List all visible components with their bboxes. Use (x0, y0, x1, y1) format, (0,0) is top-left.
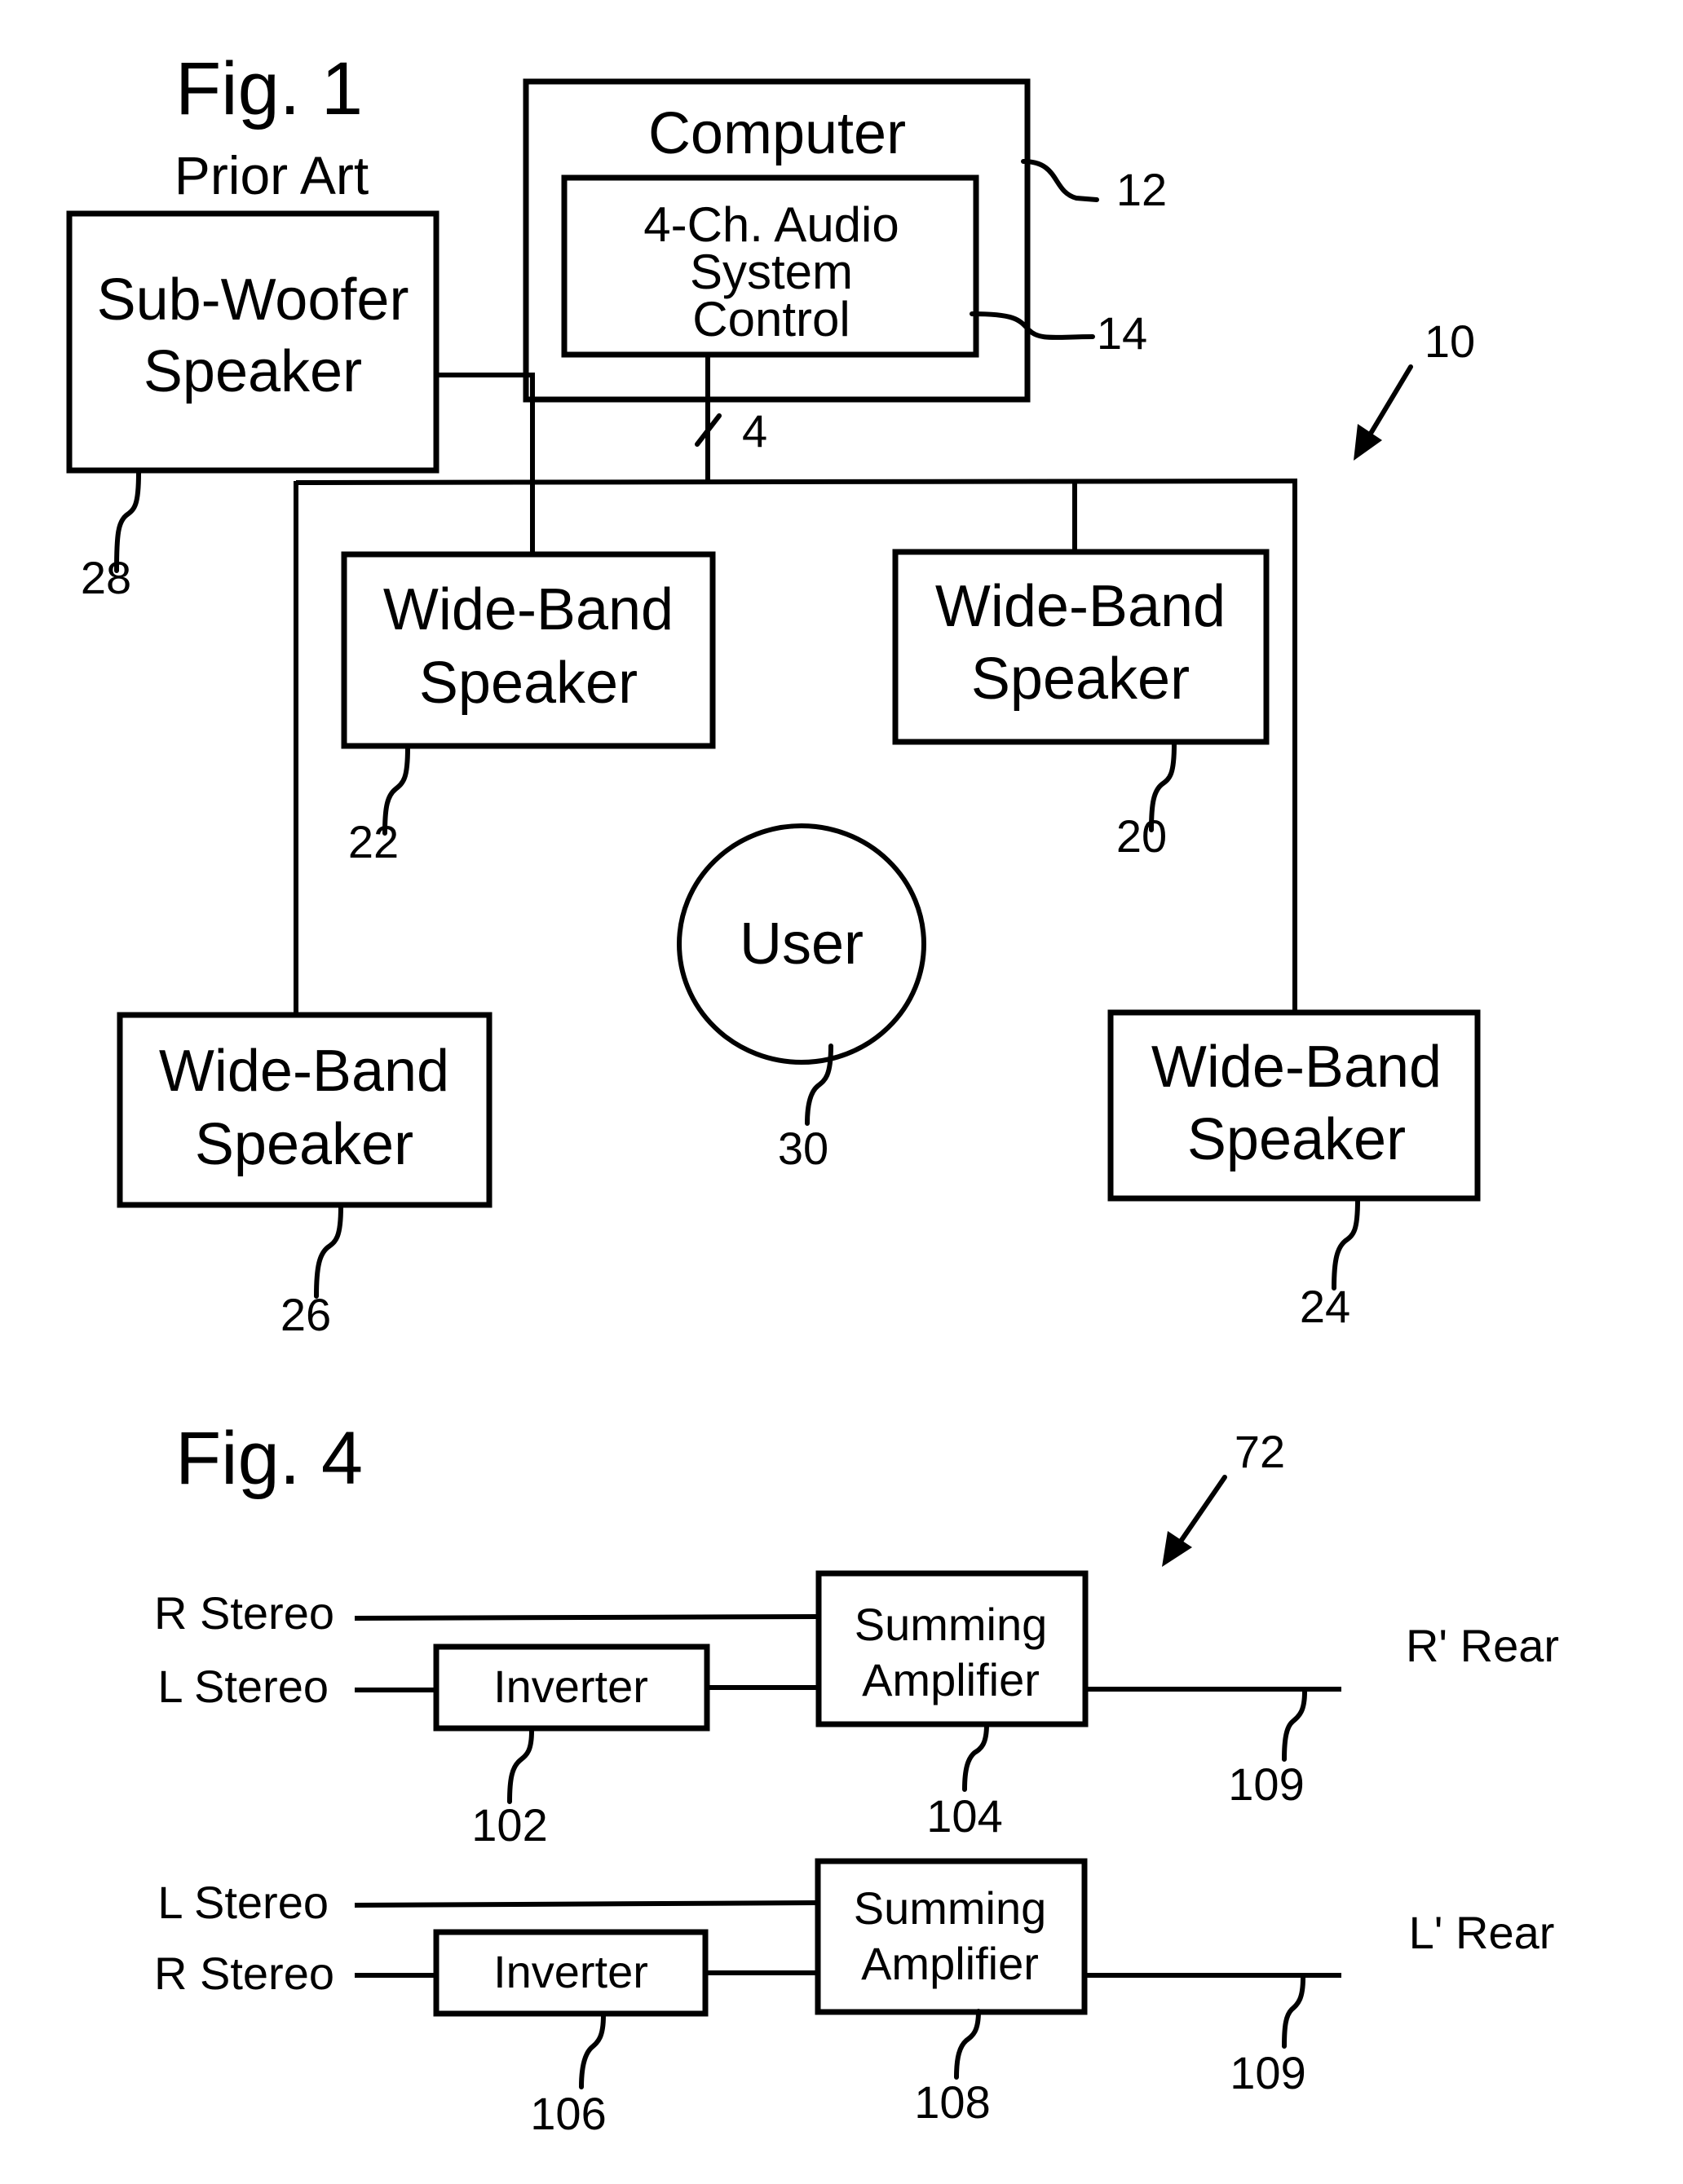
wire-direct-input (354, 1614, 819, 1621)
ref-arrow-72 (1176, 1475, 1227, 1547)
ref-label-14: 14 (1097, 307, 1147, 359)
ref-label-104: 104 (926, 1790, 1002, 1842)
speaker-rear-left-line-2: Speaker (195, 1112, 413, 1177)
inverter-label: Inverter (493, 1946, 648, 1997)
inverter-label: Inverter (493, 1661, 648, 1712)
ref-leader-24 (1332, 1198, 1360, 1291)
ref-leader-109 (1282, 1689, 1307, 1762)
ref-leader-12 (1021, 159, 1099, 202)
ref-arrow-10 (1364, 364, 1413, 443)
amplifier-line-2: Amplifier (861, 1938, 1039, 1989)
ref-leader-104 (962, 1722, 989, 1792)
arrowhead-icon (1162, 1531, 1192, 1567)
fig1-subtitle: Prior Art (174, 145, 369, 205)
bus-channel-count: 4 (742, 405, 767, 457)
user-label: User (740, 911, 864, 977)
patent-drawing-sheet: Fig. 1 Prior Art 10 Computer 12 4-Ch. Au… (66, 47, 1559, 2139)
amplifier-line-1: Summing (855, 1599, 1048, 1650)
audio-control-line-2: System (690, 245, 853, 299)
amplifier-line-2: Amplifier (862, 1654, 1040, 1705)
input-label-direct: L Stereo (157, 1877, 329, 1928)
ref-label-22: 22 (348, 816, 399, 867)
ref-label-109: 109 (1230, 2047, 1305, 2098)
ref-label-108: 108 (914, 2076, 990, 2128)
ref-label-102: 102 (471, 1799, 547, 1851)
channel-l-rear: L Stereo R Stereo Inverter 106 Summing A… (154, 1858, 1555, 2139)
audio-control-line-1: 4-Ch. Audio (643, 197, 899, 252)
bus-wire (295, 479, 1298, 485)
ref-label-30: 30 (778, 1123, 828, 1174)
channel-r-rear: R Stereo L Stereo Inverter 102 Summing A… (154, 1570, 1559, 1851)
ref-leader-108 (954, 2009, 981, 2080)
ref-label-20: 20 (1116, 810, 1167, 862)
input-label-inverted: R Stereo (154, 1948, 334, 1999)
fig4: Fig. 4 72 R Stereo L Stereo Inverter 102… (154, 1417, 1559, 2139)
amplifier-line-1: Summing (854, 1882, 1047, 1934)
speaker-rear-right-line-2: Speaker (1187, 1107, 1406, 1172)
ref-label-24: 24 (1300, 1281, 1350, 1332)
ref-label-12: 12 (1116, 164, 1167, 215)
subwoofer-line-2: Speaker (144, 339, 362, 404)
fig4-title: Fig. 4 (175, 1417, 363, 1500)
ref-label-26: 26 (280, 1289, 331, 1340)
input-label-inverted: L Stereo (157, 1661, 329, 1712)
speaker-rear-right-line-1: Wide-Band (1151, 1035, 1442, 1100)
wire-subwoofer (436, 373, 535, 556)
input-label-direct: R Stereo (154, 1587, 334, 1639)
arrowhead-icon (1354, 424, 1382, 461)
ref-label-109: 109 (1228, 1758, 1304, 1810)
ref-label-28: 28 (81, 552, 131, 603)
ref-leader-106 (579, 2013, 606, 2089)
ref-leader-102 (507, 1728, 534, 1804)
fig1: Fig. 1 Prior Art 10 Computer 12 4-Ch. Au… (66, 47, 1481, 1340)
subwoofer-line-1: Sub-Woofer (97, 267, 409, 333)
ref-leader-109 (1282, 1975, 1305, 2049)
computer-label: Computer (648, 101, 906, 166)
output-label: L' Rear (1409, 1907, 1555, 1958)
ref-label-10: 10 (1425, 315, 1475, 367)
audio-control-line-3: Control (692, 292, 850, 346)
speaker-rear-left-line-1: Wide-Band (159, 1039, 449, 1104)
speaker-front-right-line-1: Wide-Band (935, 574, 1226, 639)
output-label: R' Rear (1406, 1620, 1559, 1671)
ref-leader-26 (314, 1204, 343, 1299)
fig1-title: Fig. 1 (175, 47, 363, 130)
speaker-front-left-line-2: Speaker (419, 651, 638, 716)
ref-label-72: 72 (1235, 1426, 1285, 1477)
ref-label-106: 106 (530, 2088, 606, 2139)
wire-direct-input (354, 1900, 819, 1908)
speaker-front-left-line-1: Wide-Band (383, 577, 674, 642)
speaker-front-right-line-2: Speaker (971, 646, 1190, 712)
